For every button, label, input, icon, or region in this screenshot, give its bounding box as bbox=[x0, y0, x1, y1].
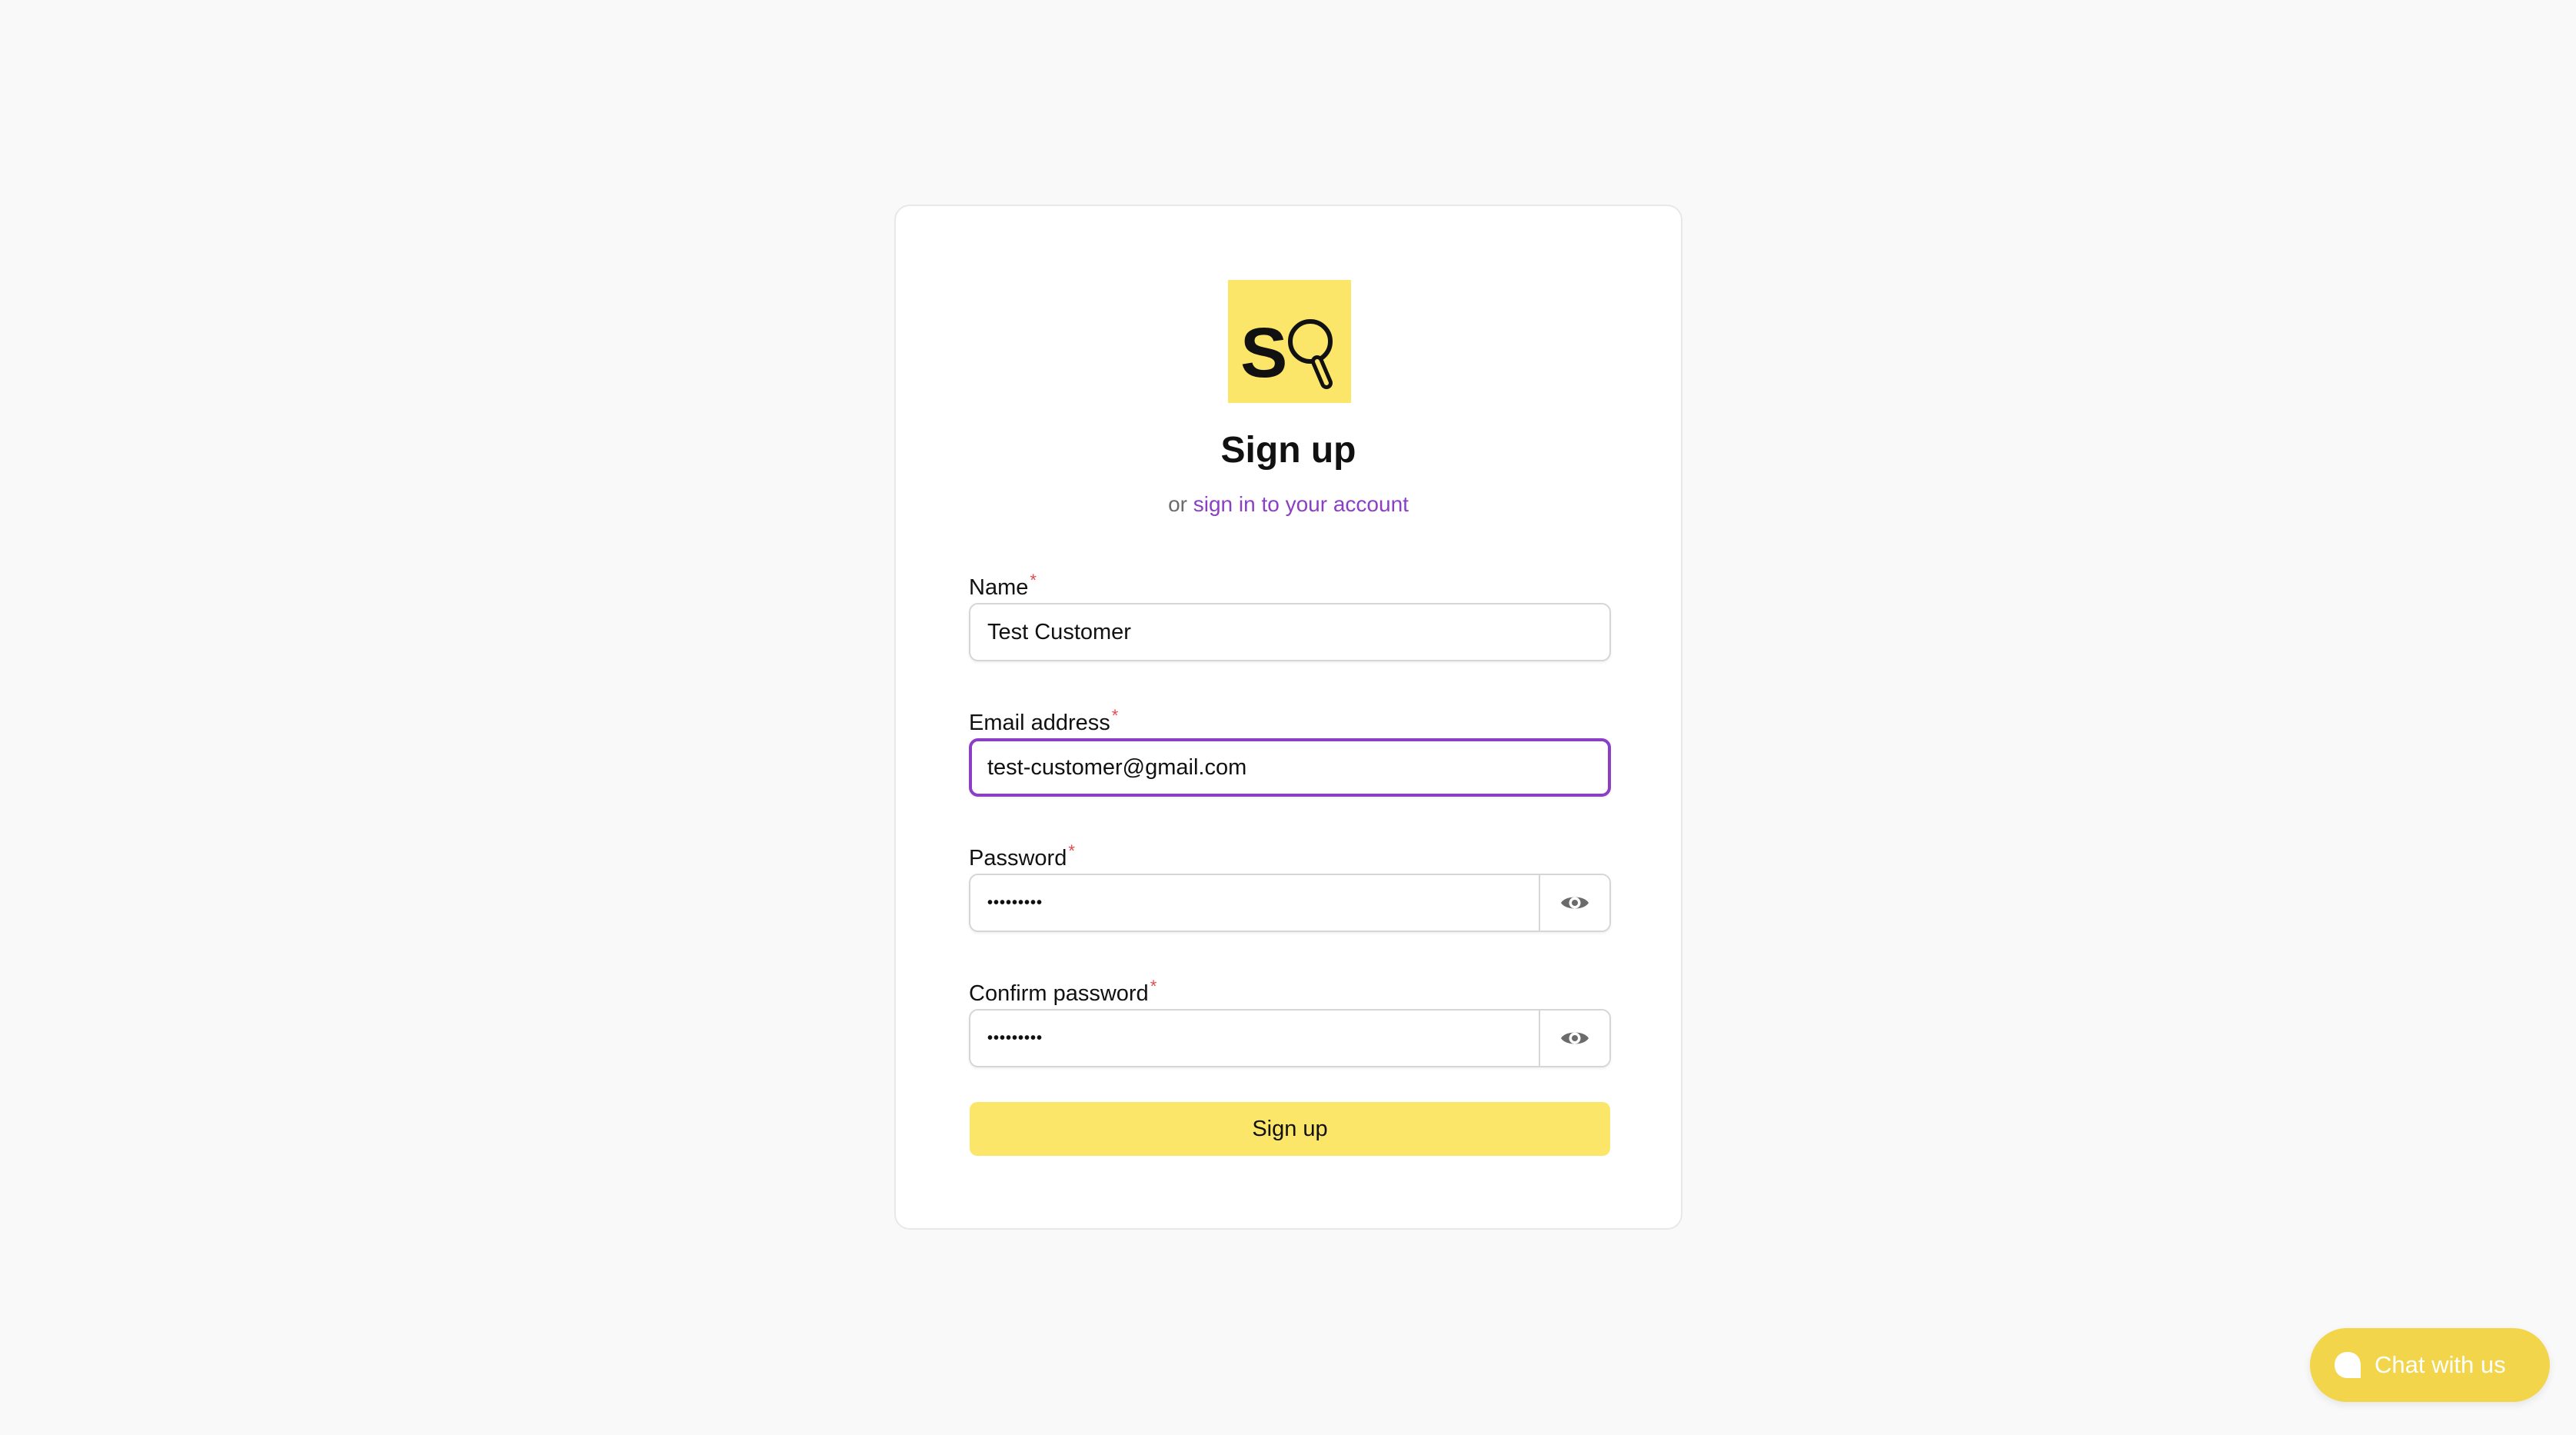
email-label: Email address* bbox=[969, 706, 1118, 736]
confirm-password-input[interactable]: ••••••••• bbox=[970, 1030, 1539, 1047]
name-field[interactable] bbox=[969, 603, 1611, 661]
password-field[interactable]: ••••••••• bbox=[969, 874, 1611, 932]
confirm-password-field[interactable]: ••••••••• bbox=[969, 1009, 1611, 1067]
signup-card: S Sign up or sign in to your account Nam… bbox=[894, 205, 1682, 1230]
confirm-password-visibility-toggle[interactable] bbox=[1539, 1010, 1609, 1066]
eye-icon bbox=[1561, 897, 1589, 909]
signup-button[interactable]: Sign up bbox=[970, 1102, 1610, 1156]
email-label-text: Email address bbox=[969, 711, 1110, 735]
required-marker: * bbox=[1150, 977, 1157, 996]
password-label: Password* bbox=[969, 841, 1075, 871]
logo-mark: S bbox=[1240, 314, 1333, 392]
password-input[interactable]: ••••••••• bbox=[970, 894, 1539, 912]
subtitle: or sign in to your account bbox=[896, 492, 1681, 517]
required-marker: * bbox=[1030, 571, 1037, 590]
subtitle-prefix: or bbox=[1168, 492, 1193, 516]
eye-icon bbox=[1561, 1032, 1589, 1044]
name-label-text: Name bbox=[969, 575, 1029, 600]
confirm-password-label-text: Confirm password bbox=[969, 981, 1149, 1006]
chat-bubble-icon bbox=[2335, 1352, 2361, 1378]
confirm-password-label: Confirm password* bbox=[969, 977, 1157, 1007]
chat-widget-label: Chat with us bbox=[2375, 1351, 2506, 1378]
chat-widget-button[interactable]: Chat with us bbox=[2310, 1328, 2550, 1402]
page-title: Sign up bbox=[1220, 430, 1356, 471]
signin-link[interactable]: sign in to your account bbox=[1193, 492, 1409, 516]
email-input[interactable] bbox=[972, 741, 1608, 794]
brand-logo: S bbox=[1228, 280, 1351, 403]
logo-letter: S bbox=[1240, 314, 1287, 392]
password-label-text: Password bbox=[969, 846, 1067, 871]
name-label: Name* bbox=[969, 571, 1037, 601]
required-marker: * bbox=[1111, 706, 1119, 725]
email-field[interactable] bbox=[969, 738, 1611, 797]
password-visibility-toggle[interactable] bbox=[1539, 875, 1609, 931]
required-marker: * bbox=[1068, 841, 1075, 861]
name-input[interactable] bbox=[970, 604, 1609, 660]
